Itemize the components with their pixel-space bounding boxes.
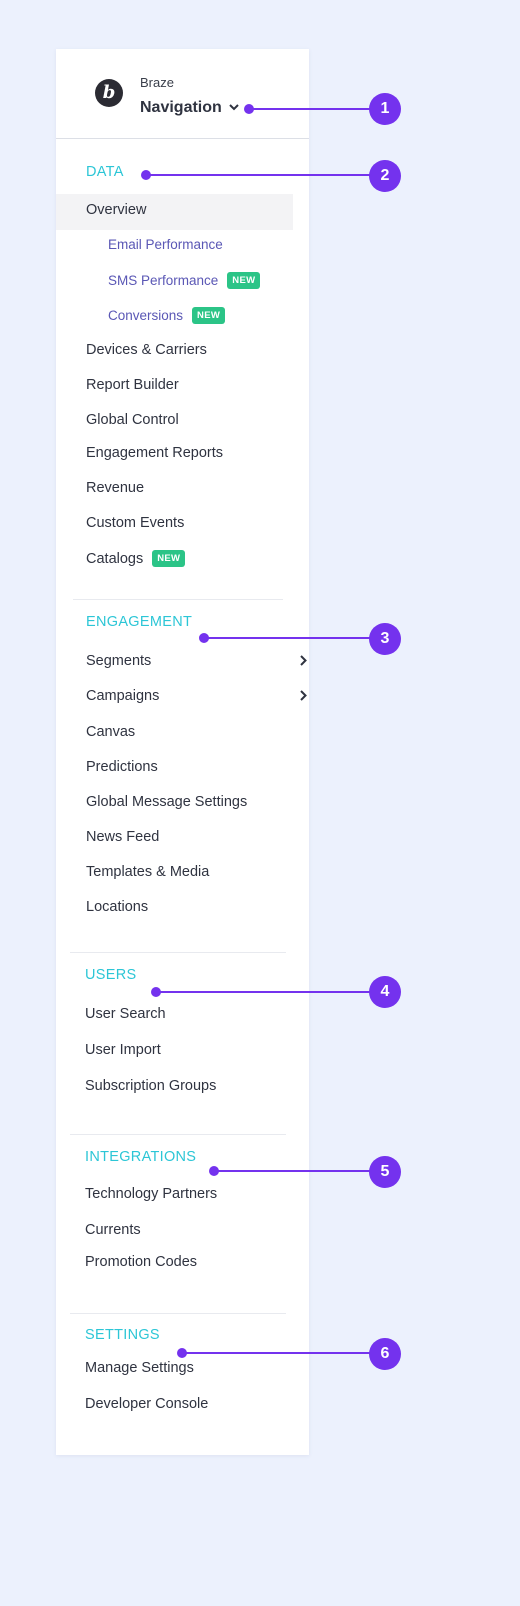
nav-header: b Braze Navigation: [56, 49, 309, 139]
nav-item-engagement-reports[interactable]: Engagement Reports: [86, 445, 223, 461]
section-divider: [73, 599, 283, 600]
brand-name: Braze: [140, 75, 174, 90]
nav-item-templates-media[interactable]: Templates & Media: [86, 864, 209, 880]
nav-item-locations[interactable]: Locations: [86, 899, 148, 915]
nav-subitem-conversions[interactable]: Conversions NEW: [108, 307, 226, 324]
callout-line: [182, 1352, 382, 1354]
nav-item-technology-partners[interactable]: Technology Partners: [85, 1186, 217, 1202]
nav-item-predictions[interactable]: Predictions: [86, 759, 158, 775]
section-heading-users: USERS: [85, 967, 137, 983]
item-label: Segments: [86, 653, 152, 669]
subitem-label: Conversions: [108, 308, 184, 323]
callout-number: 6: [369, 1338, 401, 1370]
nav-item-user-search[interactable]: User Search: [85, 1006, 166, 1022]
nav-item-catalogs[interactable]: Catalogs NEW: [86, 550, 186, 567]
nav-item-global-control[interactable]: Global Control: [86, 412, 179, 428]
nav-item-currents[interactable]: Currents: [85, 1222, 141, 1238]
section-heading-integrations: INTEGRATIONS: [85, 1149, 197, 1165]
nav-item-devices-carriers[interactable]: Devices & Carriers: [86, 342, 207, 358]
chevron-right-icon: [300, 689, 307, 705]
subitem-label: Email Performance: [108, 237, 223, 252]
nav-item-campaigns[interactable]: Campaigns: [86, 688, 307, 704]
nav-item-user-import[interactable]: User Import: [85, 1042, 161, 1058]
section-divider: [70, 1134, 286, 1135]
callout-line: [214, 1170, 382, 1172]
navigation-title: Navigation: [140, 99, 222, 116]
nav-item-report-builder[interactable]: Report Builder: [86, 377, 179, 393]
nav-subitem-email-performance[interactable]: Email Performance: [108, 237, 223, 252]
nav-item-global-message-settings[interactable]: Global Message Settings: [86, 794, 247, 810]
nav-item-developer-console[interactable]: Developer Console: [85, 1396, 208, 1412]
subitem-label: SMS Performance: [108, 273, 219, 288]
callout-number: 4: [369, 976, 401, 1008]
new-badge: NEW: [192, 307, 226, 324]
new-badge: NEW: [152, 550, 186, 567]
chevron-down-icon: [229, 98, 239, 116]
nav-subitem-sms-performance[interactable]: SMS Performance NEW: [108, 272, 261, 289]
callout-number: 2: [369, 160, 401, 192]
nav-item-custom-events[interactable]: Custom Events: [86, 515, 184, 531]
callout-number: 3: [369, 623, 401, 655]
callout-line: [204, 637, 382, 639]
navigation-dropdown[interactable]: Navigation: [140, 99, 239, 117]
nav-item-promotion-codes[interactable]: Promotion Codes: [85, 1254, 197, 1270]
item-label: Catalogs: [86, 551, 144, 567]
item-label: Campaigns: [86, 688, 160, 704]
nav-item-segments[interactable]: Segments: [86, 653, 307, 669]
callout-line: [249, 108, 385, 110]
nav-item-subscription-groups[interactable]: Subscription Groups: [85, 1078, 216, 1094]
nav-item-revenue[interactable]: Revenue: [86, 480, 144, 496]
nav-item-overview[interactable]: Overview: [86, 202, 146, 218]
section-divider: [70, 952, 286, 953]
nav-item-manage-settings[interactable]: Manage Settings: [85, 1360, 194, 1376]
braze-logo: b: [95, 79, 123, 107]
new-badge: NEW: [227, 272, 261, 289]
nav-item-canvas[interactable]: Canvas: [86, 724, 135, 740]
section-heading-data: DATA: [86, 164, 124, 180]
navigation-panel: b Braze Navigation DATA Overview Email P…: [56, 49, 309, 1455]
callout-line: [156, 991, 382, 993]
section-heading-settings: SETTINGS: [85, 1327, 160, 1343]
callout-line: [146, 174, 382, 176]
chevron-right-icon: [300, 654, 307, 670]
section-divider: [70, 1313, 286, 1314]
nav-item-news-feed[interactable]: News Feed: [86, 829, 159, 845]
section-heading-engagement: ENGAGEMENT: [86, 614, 193, 630]
callout-number: 5: [369, 1156, 401, 1188]
callout-number: 1: [369, 93, 401, 125]
